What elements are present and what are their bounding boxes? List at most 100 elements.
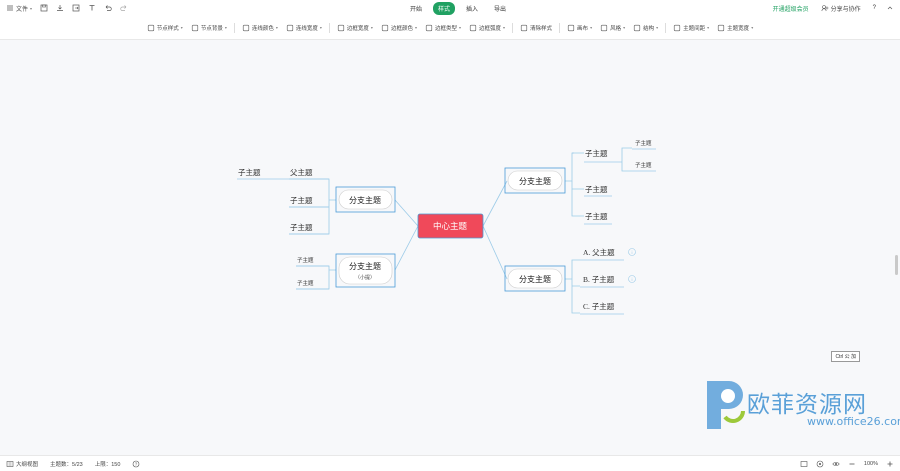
toolbar-item-label: 主题宽度 — [727, 25, 750, 32]
outline-icon — [6, 460, 14, 468]
toolbar-style-button[interactable]: 风格 ▾ — [596, 24, 629, 32]
status-right: 100% — [800, 460, 894, 468]
top-bar: 文件 ▾ 开始 样式 插入 导出 开通超级会员 分享与协作 ? — [0, 0, 900, 16]
redo-button[interactable] — [118, 2, 130, 14]
chevron-down-icon: ▾ — [590, 25, 593, 30]
export-icon — [72, 4, 80, 12]
subtopic-lt-1-1[interactable]: 子主题 — [238, 167, 261, 177]
toolbar-border-radius-button[interactable]: 边框弧度 ▾ — [465, 24, 509, 32]
zoom-out-icon[interactable] — [848, 460, 856, 468]
svg-text:i: i — [632, 250, 633, 255]
subtopic-rb-b[interactable]: B. 子主题 — [583, 274, 615, 284]
collapse-icon[interactable] — [886, 4, 894, 12]
branch-left-bottom-sublabel: （小提） — [355, 274, 375, 281]
help-circle-icon[interactable]: ? — [132, 460, 140, 468]
watermark-logo: 欧菲资源网 www.office26.com — [697, 377, 900, 437]
undo-button[interactable] — [102, 2, 114, 14]
subtopic-lt-1[interactable]: 父主题 — [290, 167, 313, 177]
chevron-down-icon: ▾ — [751, 25, 754, 30]
toolbar-border-width-button[interactable]: 边框宽度 ▾ — [333, 24, 377, 32]
border-radius-icon — [469, 24, 477, 32]
watermark-url: www.office26.com — [807, 415, 900, 428]
toolbar-clear-style-button[interactable]: 清除样式 — [516, 24, 556, 32]
top-right-actions: 开通超级会员 分享与协作 ? — [773, 2, 894, 14]
tab-start[interactable]: 开始 — [405, 2, 427, 15]
outline-view-label: 大纲视图 — [16, 461, 39, 468]
subtopic-rt-1[interactable]: 子主题 — [585, 148, 608, 158]
branch-left-top-label: 分支主题 — [349, 195, 381, 205]
chevron-down-icon: ▾ — [370, 25, 373, 30]
toolbar-separator — [233, 22, 235, 33]
tab-insert[interactable]: 插入 — [461, 2, 483, 15]
subtopic-rb-c[interactable]: C. 子主题 — [583, 301, 615, 311]
topic-count: 主题数：5/23 — [50, 461, 83, 468]
download-icon — [56, 4, 64, 12]
subtopic-lt-3[interactable]: 子主题 — [290, 222, 313, 232]
chevron-down-icon: ▾ — [319, 25, 322, 30]
vertical-scrollbar[interactable] — [895, 255, 898, 275]
border-color-icon — [381, 24, 389, 32]
toolbar-topic-width-button[interactable]: 主题宽度 ▾ — [713, 24, 757, 32]
outline-view-button[interactable]: 大纲视图 — [6, 460, 38, 468]
topic-width-icon — [717, 24, 725, 32]
quick-access-toolbar: 文件 ▾ — [4, 2, 130, 14]
style-toolbar: 节点样式 ▾ 节点背景 ▾ 连线颜色 ▾ 连线宽度 ▾ 边框宽度 ▾ 边框颜色 ▾ 边框类型 ▾ 边框弧度 ▾… — [0, 16, 900, 40]
zoom-in-icon[interactable] — [886, 460, 894, 468]
subtopic-rt-3[interactable]: 子主题 — [585, 211, 608, 221]
branch-right-top-label: 分支主题 — [519, 176, 551, 186]
center-topic-label: 中心主题 — [433, 221, 468, 231]
chevron-down-icon: ▾ — [224, 25, 227, 30]
line-width-icon — [286, 24, 294, 32]
help-button[interactable]: ? — [873, 5, 876, 11]
toolbar-separator — [665, 22, 667, 33]
subtopic-lb-2[interactable]: 子主题 — [297, 279, 314, 287]
theme-icon[interactable] — [816, 460, 824, 468]
toolbar-item-label: 连线颜色 — [251, 25, 274, 32]
view-icon[interactable] — [832, 460, 840, 468]
chevron-down-icon: ▾ — [180, 25, 183, 30]
export-button[interactable] — [70, 2, 82, 14]
toolbar-node-bg-button[interactable]: 节点背景 ▾ — [187, 24, 231, 32]
svg-text:i: i — [632, 277, 633, 282]
toolbar-line-width-button[interactable]: 连线宽度 ▾ — [282, 24, 326, 32]
undo-icon — [104, 4, 112, 12]
toolbar-structure-button[interactable]: 结构 ▾ — [629, 24, 662, 32]
toolbar-item-label: 节点背景 — [200, 25, 223, 32]
toolbar-item-label: 风格 — [610, 25, 622, 32]
subtopic-rt-1-2[interactable]: 子主题 — [635, 161, 652, 169]
tab-export[interactable]: 导出 — [489, 2, 511, 15]
branch-left-bottom-label: 分支主题 — [349, 261, 381, 271]
share-button[interactable]: 分享与协作 — [819, 2, 863, 14]
border-type-icon — [425, 24, 433, 32]
node-bg-icon — [191, 24, 199, 32]
line-color-icon — [242, 24, 250, 32]
tab-style[interactable]: 样式 — [433, 2, 456, 15]
subtopic-rt-2[interactable]: 子主题 — [585, 184, 608, 194]
info-icon[interactable]: i — [628, 248, 636, 256]
save-button[interactable] — [38, 2, 50, 14]
toolbar-topic-spacing-button[interactable]: 主题间距 ▾ — [669, 24, 713, 32]
subtopic-rt-1-1[interactable]: 子主题 — [635, 139, 652, 147]
toolbar-border-type-button[interactable]: 边框类型 ▾ — [421, 24, 465, 32]
clear-style-icon — [520, 24, 528, 32]
subtopic-lb-1[interactable]: 子主题 — [297, 256, 314, 264]
subtopic-lt-2[interactable]: 子主题 — [290, 195, 313, 205]
file-menu-label: 文件 — [16, 6, 29, 13]
toolbar-canvas-button[interactable]: 画布 ▾ — [563, 24, 596, 32]
toolbar-line-color-button[interactable]: 连线颜色 ▾ — [238, 24, 282, 32]
topic-limit: 上限：150 — [94, 461, 121, 468]
toolbar-item-label: 连线宽度 — [295, 25, 318, 32]
mindmap-canvas[interactable]: 中心主题 分支主题 分支主题 分支主题 分支主题 （小提） 子主题 子主题 子主… — [0, 40, 900, 455]
format-painter-button[interactable] — [86, 2, 98, 14]
subtopic-rb-a[interactable]: A. 父主题 — [583, 247, 615, 257]
toolbar-border-color-button[interactable]: 边框颜色 ▾ — [377, 24, 421, 32]
info-icon[interactable]: i — [628, 275, 636, 283]
node-style-icon — [147, 24, 155, 32]
file-menu[interactable]: 文件 ▾ — [4, 2, 34, 14]
fit-screen-icon[interactable] — [800, 460, 808, 468]
open-vip-link[interactable]: 开通超级会员 — [773, 4, 809, 13]
chevron-down-icon: ▾ — [503, 25, 506, 30]
toolbar-node-style-button[interactable]: 节点样式 ▾ — [143, 24, 187, 32]
download-button[interactable] — [54, 2, 66, 14]
chevron-down-icon: ▾ — [275, 25, 278, 30]
